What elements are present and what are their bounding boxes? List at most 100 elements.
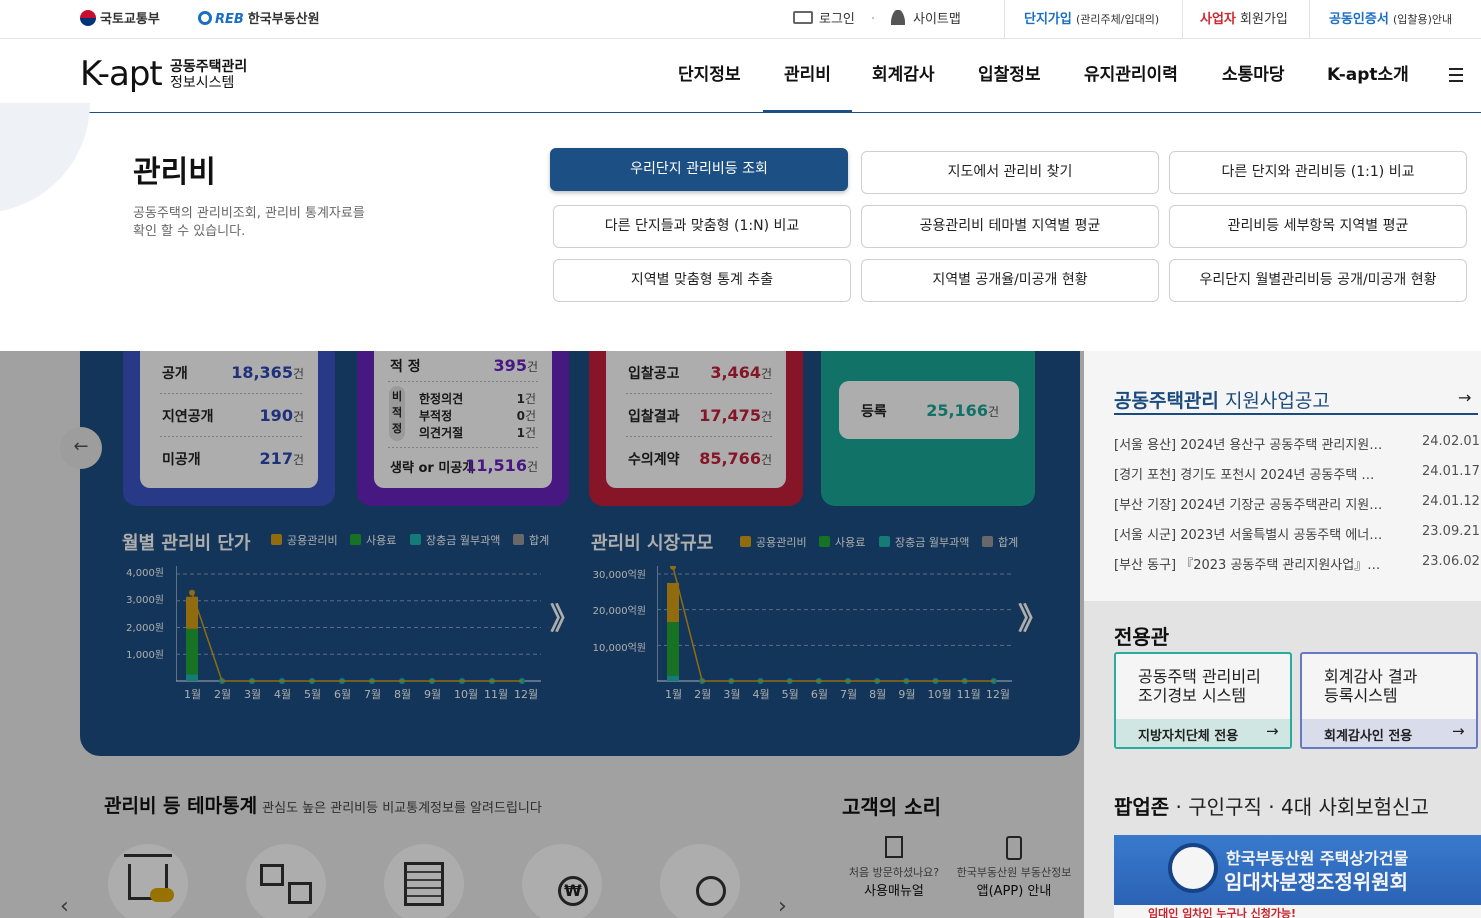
notice-item[interactable]: [서울 시군] 2023년 서울특별시 공동주택 에너지 효율 (1114, 524, 1384, 543)
join-danji-sub: (관리주체/입대의) (1075, 13, 1160, 26)
nonfit-tag: 비적정 (389, 386, 405, 441)
x-tick-label: 1월 (184, 688, 202, 701)
nav-maintenance[interactable]: 유지관리이력 (1084, 39, 1178, 113)
menu-my-fee[interactable]: 우리단지 관리비등 조회 (550, 148, 848, 191)
mega-title: 관리비 (133, 155, 216, 190)
chart2-ytick: 20,000억원 (592, 606, 646, 617)
sitemap-link[interactable]: 사이트맵 (891, 0, 961, 39)
sitemap-label: 사이트맵 (913, 12, 961, 27)
manual-sub: 처음 방문하셨나요? (848, 866, 940, 879)
notice-item[interactable]: [부산 기장] 2024년 기장군 공동주택관리 지원사업 (1114, 494, 1384, 513)
k-apt-logo[interactable]: K-apt (80, 54, 163, 94)
nonfit-improper-value: 0건 (516, 409, 536, 423)
bar-usage (667, 622, 679, 676)
bar-fund (667, 675, 679, 681)
x-tick-label: 11월 (484, 688, 509, 701)
chart2-legend-fund: 장충금 월부과액 (879, 534, 969, 550)
notice-more-icon[interactable]: → (1458, 388, 1471, 407)
theme-house-compare-icon[interactable] (246, 844, 326, 918)
join-danji-link[interactable]: 단지가입 (관리주체/입대의) (1024, 0, 1159, 39)
menu-custom-stats[interactable]: 지역별 맞춤형 통계 추출 (553, 259, 851, 302)
theme-map-won-icon[interactable]: ₩ (522, 844, 602, 918)
dedicated-title: 전용관 (1114, 625, 1170, 649)
app-sub: 한국부동산원 부동산정보 (956, 866, 1072, 879)
chart1-ytick: 4,000원 (126, 568, 164, 579)
menu-map-fee[interactable]: 지도에서 관리비 찾기 (861, 151, 1159, 194)
join-biz-link[interactable]: 사업자 회원가입 (1200, 0, 1288, 39)
chart1-title: 월별 관리비 단가 (122, 533, 251, 554)
theme-map-chart-icon[interactable] (660, 844, 740, 918)
early-warning-button[interactable]: 공동주택 관리비리 조기경보 시스템 지방자치단체 전용 → (1114, 652, 1292, 749)
x-tick-label: 7월 (840, 688, 858, 701)
chart2-legend-total: 합계 (982, 534, 1018, 550)
notice-date: 23.09.21 (1422, 524, 1480, 539)
menu-monthly-disclosure[interactable]: 우리단지 월별관리비등 공개/미공개 현황 (1169, 259, 1467, 302)
disclosure-open-label: 공개 (162, 366, 188, 382)
theme-building-icon[interactable] (384, 844, 464, 918)
audit-register-button[interactable]: 회계감사 결과 등록시스템 회계감사인 전용 → (1300, 652, 1478, 749)
x-tick-label: 9월 (424, 688, 442, 701)
x-tick-label: 12월 (985, 688, 1010, 701)
fee-mega-menu: 관리비 공동주택의 관리비조회, 관리비 통계자료를 확인 할 수 있습니다. 우… (0, 103, 1481, 351)
nav-bid[interactable]: 입찰정보 (978, 39, 1041, 113)
menu-detail-avg[interactable]: 관리비등 세부항목 지역별 평균 (1169, 205, 1467, 248)
notice-item[interactable]: [부산 동구] 『2023 공동주택 관리지원사업』 공고 (1114, 554, 1384, 573)
reb-wordmark: REB (215, 12, 244, 27)
reb-logo[interactable]: REB 한국부동산원 (198, 0, 320, 39)
chart1-next-icon[interactable]: 》 (550, 594, 580, 638)
nonfit-refuse-label: 의견거절 (419, 426, 464, 440)
notice-item[interactable]: [경기 포천] 경기도 포천시 2024년 공동주택 지원사업 (1114, 464, 1384, 483)
stats-panel: 공개 18,365건 지연공개 190건 미공개 217건 적 정 395건 비… (80, 351, 1080, 756)
x-tick-label: 7월 (364, 688, 382, 701)
x-tick-label: 3월 (723, 688, 741, 701)
divider (388, 381, 538, 382)
menu-theme-avg[interactable]: 공용관리비 테마별 지역별 평균 (861, 205, 1159, 248)
molit-label: 국토교통부 (100, 12, 160, 27)
notice-item[interactable]: [서울 용산] 2024년 용산구 공동주택 관리지원 사업 (1114, 434, 1384, 453)
nav-fee[interactable]: 관리비 (763, 39, 852, 113)
decor-shape (0, 103, 90, 213)
prev-arrow-icon[interactable]: ← (60, 427, 102, 469)
early-warning-footer: 지방자치단체 전용 → (1116, 719, 1290, 747)
cert-link[interactable]: 공동인증서 (입찰용)안내 (1329, 0, 1452, 39)
hamburger-icon[interactable] (1449, 68, 1463, 82)
menu-compare-1-n[interactable]: 다른 단지들과 맞춤형 (1:N) 비교 (553, 205, 851, 248)
x-tick-label: 1월 (665, 688, 683, 701)
theme-next-icon[interactable]: › (778, 894, 787, 918)
chart1-ytick: 2,000원 (126, 623, 164, 634)
popup-job-link[interactable]: 구인구직 (1188, 795, 1262, 819)
scale-icon (1168, 843, 1218, 893)
brand-logo: K-apt (80, 54, 163, 94)
x-tick-label: 2월 (214, 688, 232, 701)
login-link[interactable]: 로그인 (793, 0, 855, 39)
join-biz-sub: 회원가입 (1240, 12, 1288, 27)
app-link[interactable]: 한국부동산원 부동산정보 앱(APP) 안내 (954, 836, 1074, 899)
early-warning-label: 공동주택 관리비리 조기경보 시스템 (1138, 667, 1261, 705)
nav-danji[interactable]: 단지정보 (678, 39, 741, 113)
cert-label: 공동인증서 (1329, 12, 1389, 27)
menu-disclosure-rate[interactable]: 지역별 공개율/미공개 현황 (861, 259, 1159, 302)
chart1-ytick: 3,000원 (126, 595, 164, 606)
chart2-next-icon[interactable]: 》 (1018, 594, 1048, 638)
theme-prev-icon[interactable]: ‹ (60, 894, 69, 918)
theme-desc: 관심도 높은 관리비등 비교통계정보를 알려드립니다 (262, 801, 542, 816)
bar-common (186, 596, 198, 629)
nav-community[interactable]: 소통마당 (1222, 39, 1285, 113)
audit-card: 적 정 395건 비적정 한정의견 1건 부적정 0건 의견거절 1건 생략 o… (357, 351, 569, 506)
theme-house-coin-icon[interactable] (108, 844, 188, 918)
axis (176, 566, 541, 682)
popup-banner[interactable]: 한국부동산원 주택상가건물 임대차분쟁조정위원회 임대인 임차인 누구나 신청가… (1114, 835, 1481, 918)
nav-audit[interactable]: 회계감사 (872, 39, 935, 113)
chart2-ytick: 30,000억원 (592, 570, 646, 581)
manual-link[interactable]: 처음 방문하셨나요? 사용매뉴얼 (848, 836, 940, 899)
menu-compare-1-1[interactable]: 다른 단지와 관리비등 (1:1) 비교 (1169, 151, 1467, 194)
disclosure-card-inner: 공개 18,365건 지연공개 190건 미공개 217건 (140, 351, 318, 488)
x-tick-label: 2월 (694, 688, 712, 701)
molit-logo[interactable]: 국토교통부 (80, 0, 160, 39)
divider (1182, 0, 1183, 38)
theme-header: 관리비 등 테마통계 관심도 높은 관리비등 비교통계정보를 알려드립니다 (104, 791, 542, 818)
notice-title-underline (1114, 413, 1478, 415)
nav-about[interactable]: K-apt소개 (1327, 39, 1409, 113)
popup-insurance-link[interactable]: 4대 사회보험신고 (1281, 795, 1429, 819)
bid-card: 입찰공고 3,464건 입찰결과 17,475건 수의계약 85,766건 (589, 351, 803, 506)
